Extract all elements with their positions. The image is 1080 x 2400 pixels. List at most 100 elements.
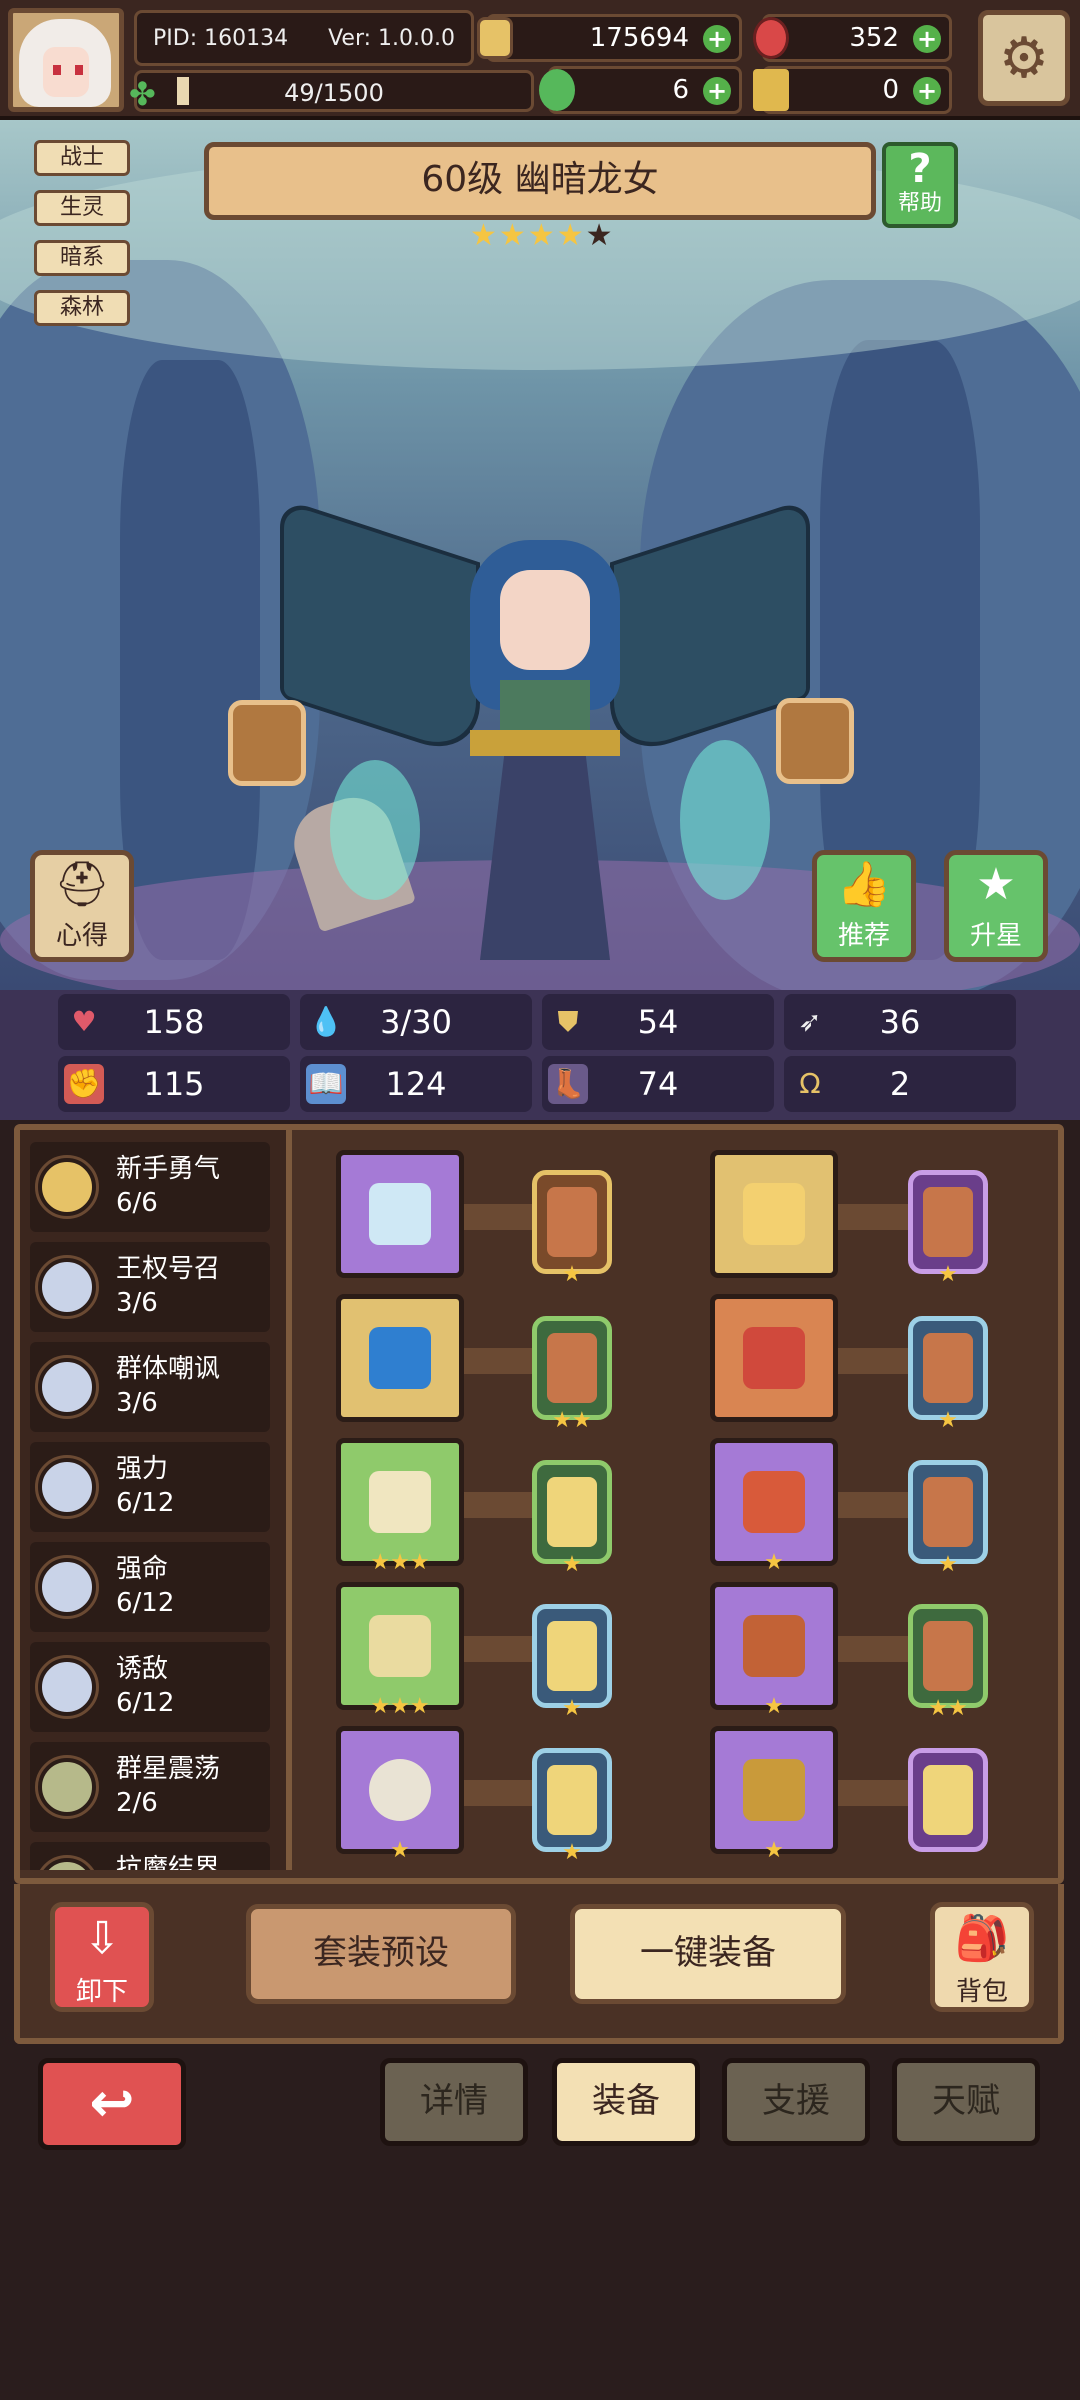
- rune-card[interactable]: ★★: [908, 1604, 988, 1721]
- upgrade-star-button[interactable]: ★ 升星: [944, 850, 1048, 962]
- settings-gear-icon[interactable]: ⚙: [978, 10, 1070, 106]
- star-filled-icon: ★: [498, 218, 528, 253]
- add-clover-button[interactable]: +: [703, 77, 731, 105]
- set-count: 2/6: [116, 1788, 158, 1818]
- unequip-label: 卸下: [75, 1977, 128, 2007]
- key-amount: 0: [882, 75, 899, 105]
- set-emblem-icon: [35, 1155, 99, 1219]
- boots-icon: [743, 1759, 805, 1821]
- player-info: PID: 160134 Ver: 1.0.0.0: [134, 10, 474, 66]
- rune-card[interactable]: ★: [908, 1316, 988, 1433]
- set-item[interactable]: 强力 6/12: [30, 1442, 270, 1532]
- equip-slot-armor[interactable]: [710, 1294, 838, 1422]
- set-preset-button[interactable]: 套装预设: [246, 1904, 516, 2004]
- hero-stats: ♥ 158 💧 3/30 ⛊ 54 ➶ 36 ✊ 115 📖 124 👢 74 …: [0, 990, 1080, 1120]
- add-key-button[interactable]: +: [913, 77, 941, 105]
- rune-card[interactable]: ★: [532, 1460, 612, 1577]
- set-name: 强力: [116, 1454, 169, 1484]
- set-emblem-icon: [35, 1355, 99, 1419]
- gem-amount: 352: [849, 23, 899, 53]
- backpack-button[interactable]: 🎒 背包: [930, 1902, 1034, 2012]
- tab-details[interactable]: 详情: [380, 2058, 528, 2146]
- equip-slot-belt[interactable]: ★: [710, 1582, 838, 1719]
- set-item[interactable]: 王权号召 3/6: [30, 1242, 270, 1332]
- add-gold-button[interactable]: +: [703, 25, 731, 53]
- prev-hero-rune[interactable]: [228, 700, 306, 786]
- exp-bar: ✤ 49/1500: [129, 70, 534, 113]
- equip-slot-ring[interactable]: ★: [336, 1726, 464, 1863]
- set-item[interactable]: 新手勇气 6/6: [30, 1142, 270, 1232]
- question-icon: ?: [908, 146, 932, 192]
- set-item[interactable]: 群体嘲讽 3/6: [30, 1342, 270, 1432]
- star-empty-icon: ★: [585, 218, 615, 253]
- notes-button[interactable]: ⛑ 心得: [30, 850, 134, 962]
- set-bonus-list[interactable]: 新手勇气 6/6 王权号召 3/6 群体嘲讽 3/6 强力 6/12 强命 6/12 诱敌 6/12 群…: [20, 1130, 292, 1870]
- tag-warrior[interactable]: 战士: [34, 140, 130, 176]
- equip-slot-helmet[interactable]: [710, 1150, 838, 1278]
- action-row: ⇩ 卸下 套装预设 一键装备 🎒 背包: [14, 1884, 1064, 2044]
- belt-icon: [743, 1615, 805, 1677]
- set-emblem-icon: [35, 1555, 99, 1619]
- notes-label: 心得: [55, 921, 108, 951]
- hero-tags: 战士 生灵 暗系 森林: [34, 140, 130, 326]
- equipment-panel: 新手勇气 6/6 王权号召 3/6 群体嘲讽 3/6 强力 6/12 强命 6/12 诱敌 6/12 群…: [14, 1124, 1064, 1884]
- top-bar: PID: 160134 Ver: 1.0.0.0 ✤ 49/1500 17569…: [0, 0, 1080, 120]
- help-button[interactable]: ? 帮助: [882, 142, 958, 228]
- equip-slot-tome[interactable]: [336, 1294, 464, 1422]
- rune-card[interactable]: [908, 1748, 988, 1852]
- backpack-icon: 🎒: [954, 1913, 1010, 1964]
- ruby-icon: [753, 17, 789, 59]
- key-icon: [753, 69, 789, 111]
- equip-slot-necklace[interactable]: ★★★: [336, 1438, 464, 1575]
- set-item[interactable]: 群星震荡 2/6: [30, 1742, 270, 1832]
- rune-card[interactable]: ★: [532, 1604, 612, 1721]
- equip-slot-weapon[interactable]: [336, 1150, 464, 1278]
- tag-forest[interactable]: 森林: [34, 290, 130, 326]
- equip-slot-relic[interactable]: ★★★: [336, 1582, 464, 1719]
- stat-hp: ♥ 158: [58, 994, 290, 1050]
- stat-agility: 👢 74: [542, 1056, 774, 1112]
- rune-card[interactable]: ★: [908, 1460, 988, 1577]
- recommend-button[interactable]: 👍 推荐: [812, 850, 916, 962]
- clover-token-icon: [539, 69, 575, 111]
- set-count: 6/12: [116, 1688, 175, 1718]
- rune-card[interactable]: ★★: [532, 1316, 612, 1433]
- set-item[interactable]: 抗魔结界: [30, 1842, 270, 1870]
- tab-talent[interactable]: 天赋: [892, 2058, 1040, 2146]
- rune-card[interactable]: ★: [532, 1748, 612, 1865]
- tab-support[interactable]: 支援: [722, 2058, 870, 2146]
- rune-card[interactable]: ★: [908, 1170, 988, 1287]
- set-count: 6/12: [116, 1488, 175, 1518]
- player-id: PID: 160134: [153, 25, 289, 51]
- equip-slot-boots[interactable]: ★: [710, 1726, 838, 1863]
- helmet-icon: ⛑: [54, 859, 110, 910]
- add-gems-button[interactable]: +: [913, 25, 941, 53]
- tag-dark[interactable]: 暗系: [34, 240, 130, 276]
- rune-card[interactable]: ★: [532, 1170, 612, 1287]
- star-filled-icon: ★: [527, 218, 557, 253]
- stat-mana: 💧 3/30: [300, 994, 532, 1050]
- player-avatar[interactable]: [8, 8, 124, 112]
- set-name: 诱敌: [116, 1654, 169, 1684]
- unequip-button[interactable]: ⇩ 卸下: [50, 1902, 154, 2012]
- recommend-label: 推荐: [837, 921, 890, 951]
- equip-slot-gloves[interactable]: ★: [710, 1438, 838, 1575]
- shield-icon: ⛊: [557, 1005, 579, 1038]
- set-emblem-icon: [35, 1755, 99, 1819]
- tag-living[interactable]: 生灵: [34, 190, 130, 226]
- upgrade-label: 升星: [969, 921, 1022, 951]
- next-hero-rune[interactable]: [776, 698, 854, 784]
- back-button[interactable]: ↩: [38, 2058, 186, 2150]
- game-version: Ver: 1.0.0.0: [328, 25, 455, 51]
- clover-amount: 6: [672, 75, 689, 105]
- auto-equip-button[interactable]: 一键装备: [570, 1904, 846, 2004]
- set-item[interactable]: 诱敌 6/12: [30, 1642, 270, 1732]
- wing-icon: ➶: [798, 1005, 822, 1038]
- star-filled-icon: ★: [470, 218, 499, 253]
- set-item[interactable]: 强命 6/12: [30, 1542, 270, 1632]
- tab-equipment[interactable]: 装备: [552, 2058, 700, 2146]
- fist-icon: ✊: [64, 1064, 104, 1104]
- drop-icon: 💧: [308, 1005, 344, 1038]
- scepter-icon: [369, 1183, 431, 1245]
- ring-icon: [369, 1759, 431, 1821]
